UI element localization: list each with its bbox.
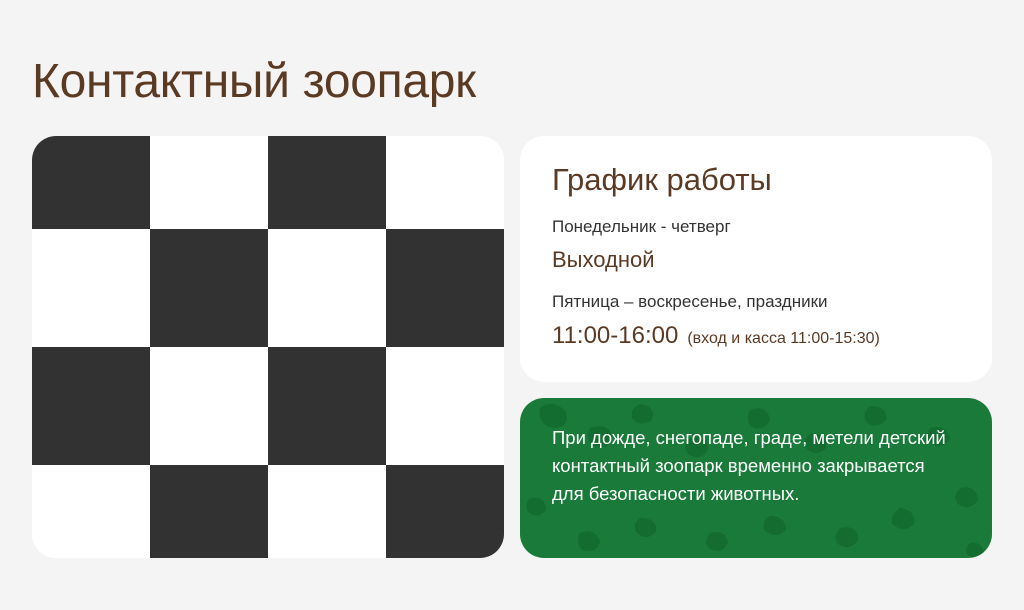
checker-cell	[268, 347, 386, 465]
image-placeholder-checkerboard	[32, 136, 504, 558]
checker-cell	[386, 347, 504, 465]
page-title: Контактный зоопарк	[32, 55, 476, 108]
weekend-hours-line: 11:00-16:00 (вход и касса 11:00-15:30)	[552, 321, 960, 351]
weekdays-value: Выходной	[552, 247, 655, 272]
checker-cell	[32, 347, 150, 465]
checker-cell	[150, 465, 268, 558]
schedule-card: График работы Понедельник - четверг Выхо…	[520, 136, 992, 382]
checker-cell	[150, 136, 268, 229]
weekend-ticket-note: (вход и касса 11:00-15:30)	[687, 330, 880, 347]
checker-cell	[268, 465, 386, 558]
weekdays-label: Понедельник - четверг	[552, 217, 731, 236]
weather-warning-text: При дожде, снегопаде, граде, метели детс…	[552, 427, 946, 504]
checker-cell	[386, 229, 504, 347]
checker-cell	[32, 136, 150, 229]
checker-cell	[386, 465, 504, 558]
checker-cell	[32, 465, 150, 558]
weather-warning-card: При дожде, снегопаде, граде, метели детс…	[520, 398, 992, 558]
schedule-title: График работы	[552, 162, 772, 197]
weekend-label: Пятница – воскресенье, праздники	[552, 292, 828, 311]
checker-cell	[268, 229, 386, 347]
checker-cell	[150, 347, 268, 465]
checker-cell	[386, 136, 504, 229]
weekend-hours: 11:00-16:00	[552, 322, 679, 349]
checker-cell	[150, 229, 268, 347]
checker-cell	[32, 229, 150, 347]
checker-cell	[268, 136, 386, 229]
zoo-image	[32, 136, 504, 558]
